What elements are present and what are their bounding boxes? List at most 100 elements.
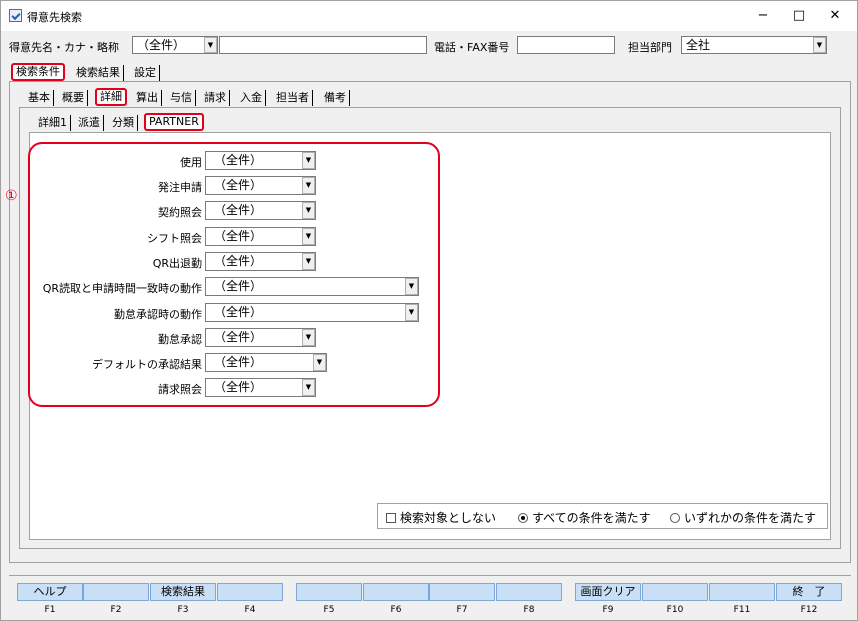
phone-input[interactable] (517, 36, 615, 54)
phone-label: 電話・FAX番号 (434, 41, 510, 54)
order-request-select[interactable]: （全件） (205, 176, 316, 195)
f2-button[interactable] (83, 583, 149, 601)
attendance-approval-select[interactable]: （全件） (205, 328, 316, 347)
name-mode-value: （全件） (137, 38, 186, 52)
match-all-radio[interactable]: すべての条件を満たす (518, 509, 651, 526)
exclude-checkbox[interactable]: 検索対象としない (386, 509, 496, 526)
f4-button[interactable] (217, 583, 283, 601)
tab-category[interactable]: 分類 (109, 115, 138, 131)
tab-payment[interactable]: 入金 (237, 90, 266, 106)
tab-staff[interactable]: 担当者 (273, 90, 313, 106)
field-value: （全件） (214, 203, 263, 217)
billing-inquiry-select[interactable]: （全件） (205, 378, 316, 397)
fkey-label: F9 (602, 605, 614, 615)
f10-button[interactable] (642, 583, 708, 601)
fkey-label: F11 (733, 605, 751, 615)
chevron-down-icon[interactable]: ▼ (302, 228, 315, 245)
fkey-label: F8 (523, 605, 535, 615)
field-value: （全件） (214, 355, 263, 369)
name-label: 得意先名・カナ・略称 (9, 41, 119, 54)
field-label: 発注申請 (158, 181, 202, 194)
chevron-down-icon[interactable]: ▼ (405, 304, 418, 321)
field-label: QR読取と申請時間一致時の動作 (42, 282, 202, 295)
dept-label: 担当部門 (628, 41, 672, 54)
condition-options: 検索対象としない すべての条件を満たす いずれかの条件を満たす (377, 503, 828, 529)
exclude-label: 検索対象としない (400, 511, 497, 525)
field-label: 勤怠承認時の動作 (114, 308, 202, 321)
field-value: （全件） (214, 153, 263, 167)
name-input[interactable] (219, 36, 427, 54)
f7-button[interactable] (429, 583, 495, 601)
tab-credit[interactable]: 与信 (167, 90, 196, 106)
chevron-down-icon[interactable]: ▼ (302, 253, 315, 270)
fkey-label: F2 (110, 605, 122, 615)
app-window: 得意先検索 − □ ✕ 得意先名・カナ・略称 （全件） ▼ 電話・FAX番号 担… (0, 0, 858, 621)
qr-time-match-action-select[interactable]: （全件） (205, 277, 419, 296)
tab-search-results[interactable]: 検索結果 (73, 65, 124, 81)
chevron-down-icon[interactable]: ▼ (313, 354, 326, 371)
tab-settings[interactable]: 設定 (131, 65, 160, 81)
attendance-approval-action-select[interactable]: （全件） (205, 303, 419, 322)
chevron-down-icon[interactable]: ▼ (813, 37, 826, 53)
tab-notes[interactable]: 備考 (321, 90, 350, 106)
function-key-bar: ヘルプ F1 F2 検索結果 F3 F4 F5 F6 F7 F8 画面クリア F… (9, 575, 851, 619)
qr-attendance-select[interactable]: （全件） (205, 252, 316, 271)
fkey-label: F1 (44, 605, 56, 615)
f5-button[interactable] (296, 583, 362, 601)
chevron-down-icon[interactable]: ▼ (302, 177, 315, 194)
chevron-down-icon[interactable]: ▼ (405, 278, 418, 295)
radio-selected-icon (518, 513, 528, 523)
field-value: （全件） (214, 279, 263, 293)
tab-overview[interactable]: 概要 (59, 90, 88, 106)
match-any-radio[interactable]: いずれかの条件を満たす (670, 509, 816, 526)
f1-help-button[interactable]: ヘルプ (17, 583, 83, 601)
tab-billing[interactable]: 請求 (201, 90, 230, 106)
annotation-marker: ① (5, 188, 18, 204)
field-label: 使用 (180, 156, 202, 169)
dept-value: 全社 (686, 38, 711, 52)
fkey-label: F10 (666, 605, 684, 615)
tab-basic[interactable]: 基本 (25, 90, 54, 106)
field-value: （全件） (214, 380, 263, 394)
checkbox-icon (386, 513, 396, 523)
contract-inquiry-select[interactable]: （全件） (205, 201, 316, 220)
match-all-label: すべての条件を満たす (532, 511, 651, 525)
chevron-down-icon[interactable]: ▼ (302, 379, 315, 396)
field-label: 契約照会 (158, 206, 202, 219)
f12-exit-button[interactable]: 終 了 (776, 583, 842, 601)
field-label: 請求照会 (158, 383, 202, 396)
f9-clear-screen-button[interactable]: 画面クリア (575, 583, 641, 601)
chevron-down-icon[interactable]: ▼ (204, 37, 217, 53)
title-bar: 得意先検索 − □ ✕ (1, 1, 857, 31)
default-approval-result-select[interactable]: （全件） (205, 353, 327, 372)
field-value: （全件） (214, 229, 263, 243)
dept-select[interactable]: 全社 (681, 36, 827, 54)
field-label: QR出退勤 (152, 257, 202, 270)
field-label: デフォルトの承認結果 (92, 358, 202, 371)
chevron-down-icon[interactable]: ▼ (302, 329, 315, 346)
field-value: （全件） (214, 330, 263, 344)
close-button[interactable]: ✕ (813, 1, 857, 31)
fkey-label: F6 (390, 605, 402, 615)
radio-icon (670, 513, 680, 523)
tab-partner[interactable]: PARTNER (144, 113, 204, 131)
chevron-down-icon[interactable]: ▼ (302, 152, 315, 169)
tab-detail[interactable]: 詳細 (95, 88, 127, 106)
f11-button[interactable] (709, 583, 775, 601)
field-label: 勤怠承認 (158, 333, 202, 346)
tab-calc[interactable]: 算出 (133, 90, 162, 106)
shift-inquiry-select[interactable]: （全件） (205, 227, 316, 246)
fkey-label: F3 (177, 605, 189, 615)
field-label: シフト照会 (147, 232, 202, 245)
f3-search-results-button[interactable]: 検索結果 (150, 583, 216, 601)
f6-button[interactable] (363, 583, 429, 601)
fkey-label: F4 (244, 605, 256, 615)
field-value: （全件） (214, 254, 263, 268)
tab-dispatch[interactable]: 派遣 (75, 115, 104, 131)
tab-detail1[interactable]: 詳細1 (35, 115, 71, 131)
tab-search-conditions[interactable]: 検索条件 (11, 63, 65, 81)
f8-button[interactable] (496, 583, 562, 601)
chevron-down-icon[interactable]: ▼ (302, 202, 315, 219)
use-select[interactable]: （全件） (205, 151, 316, 170)
field-value: （全件） (214, 178, 263, 192)
